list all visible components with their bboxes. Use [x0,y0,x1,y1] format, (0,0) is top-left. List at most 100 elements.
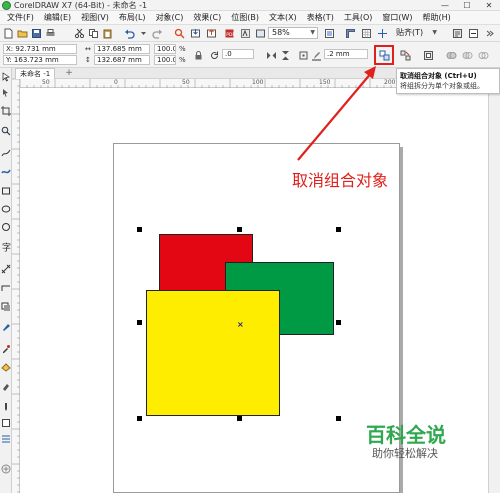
undo-icon[interactable] [124,28,135,39]
search-content-icon[interactable] [174,28,185,39]
menu-file[interactable]: 文件(F) [2,11,39,25]
fill-tool-icon[interactable] [1,418,11,428]
menu-table[interactable]: 表格(T) [302,11,339,25]
rectangle-tool-icon[interactable] [1,186,11,196]
height-field[interactable]: 132.687 mm [94,55,150,65]
ungroup-tooltip: 取消组合对象 (Ctrl+U) 将组拆分为单个对象或组。 [396,68,500,94]
intersect-icon[interactable] [478,50,489,61]
undo-dropdown-icon[interactable] [138,28,149,39]
menu-tools[interactable]: 工具(O) [339,11,378,25]
open-folder-icon[interactable] [17,28,28,39]
drop-shadow-icon[interactable] [1,302,11,312]
horizontal-ruler[interactable]: 50 0 50 100 150 200 [20,79,396,88]
text-tool-icon[interactable]: 字 [1,242,11,252]
toolbar-overflow-icon[interactable] [484,28,495,39]
interactive-fill-icon[interactable] [1,362,11,372]
app-launcher-icon[interactable] [240,28,251,39]
parallel-dimension-icon[interactable] [1,264,11,274]
polygon-tool-icon[interactable] [1,222,11,232]
redo-icon[interactable] [152,28,163,39]
snap-to-menu[interactable]: 贴齐(T) ▼ [392,27,440,39]
object-origin-icon[interactable] [298,50,309,61]
outline-width-select[interactable]: .2 mm [324,49,368,59]
lock-ratio-icon[interactable] [193,50,204,61]
zoom-level-select[interactable]: 58% ▼ [268,27,318,39]
pick-tool-icon[interactable] [1,72,11,82]
add-tool-icon[interactable] [1,464,11,474]
vertical-ruler[interactable] [12,79,20,493]
selection-handle-bottom-left[interactable] [137,416,142,421]
menu-object[interactable]: 对象(C) [151,11,189,25]
selection-handle-middle-right[interactable] [336,320,341,325]
crop-tool-icon[interactable] [1,106,11,116]
scale-x-field[interactable]: 100.0 [154,44,176,54]
mirror-horizontal-icon[interactable] [266,50,277,61]
selection-handle-top-right[interactable] [336,227,341,232]
show-guidelines-icon[interactable] [377,28,388,39]
minimize-button[interactable]: — [434,0,456,11]
scale-y-field[interactable]: 100.0 [154,55,176,65]
copy-icon[interactable] [88,28,99,39]
position-x-field[interactable]: X: 92.731 mm [3,44,77,54]
freehand-tool-icon[interactable] [1,148,11,158]
tooltip-description: 将组拆分为单个对象或组。 [400,82,484,90]
drawing-canvas[interactable]: × [20,88,403,493]
paste-icon[interactable] [102,28,113,39]
application-launcher-icon[interactable] [468,28,479,39]
zoom-tool-icon[interactable] [1,126,11,136]
weld-icon[interactable] [446,50,457,61]
ellipse-tool-icon[interactable] [1,204,11,214]
transparency-icon[interactable] [1,322,11,332]
import-icon[interactable] [190,28,201,39]
new-document-icon[interactable] [3,28,14,39]
selection-handle-bottom-center[interactable] [237,416,242,421]
menu-window[interactable]: 窗口(W) [377,11,417,25]
connector-tool-icon[interactable] [1,282,11,292]
menu-effects[interactable]: 效果(C) [188,11,226,25]
publish-pdf-icon[interactable]: PDF [224,28,235,39]
selection-handle-top-left[interactable] [137,227,142,232]
menu-layout[interactable]: 布局(L) [114,11,151,25]
ungroup-all-icon[interactable] [400,50,411,61]
export-icon[interactable] [206,28,217,39]
standard-toolbar: PDF 58% ▼ 贴齐(T) ▼ [0,25,500,42]
show-rulers-icon[interactable] [345,28,356,39]
menu-view[interactable]: 视图(V) [76,11,114,25]
trim-icon[interactable] [462,50,473,61]
menu-help[interactable]: 帮助(H) [418,11,456,25]
cut-icon[interactable] [74,28,85,39]
mirror-vertical-icon[interactable] [280,50,291,61]
add-document-icon[interactable]: + [64,68,74,78]
yellow-rectangle[interactable] [146,290,280,416]
eyedropper-icon[interactable] [1,344,11,354]
shape-tool-icon[interactable] [1,88,11,98]
width-field[interactable]: 137.685 mm [94,44,150,54]
smart-fill-icon[interactable] [1,382,11,392]
print-icon[interactable] [45,28,56,39]
window-title: CorelDRAW X7 (64-Bit) - 未命名 -1 [14,1,148,10]
close-button[interactable]: ✕ [478,0,500,11]
ungroup-button[interactable] [379,50,390,61]
combine-icon[interactable] [423,50,434,61]
options-icon[interactable] [452,28,463,39]
menu-text[interactable]: 文本(X) [264,11,302,25]
color-palette-icon[interactable] [1,434,11,444]
show-grid-icon[interactable] [361,28,372,39]
position-y-field[interactable]: Y: 163.723 mm [3,55,77,65]
artistic-media-icon[interactable] [1,166,11,176]
menu-edit[interactable]: 编辑(E) [39,11,76,25]
full-screen-preview-icon[interactable] [324,28,335,39]
save-icon[interactable] [31,28,42,39]
document-tab[interactable]: 未命名 -1 [15,68,56,79]
watermark-title: 百科全说 [366,423,446,447]
menu-bitmaps[interactable]: 位图(B) [226,11,264,25]
maximize-button[interactable]: ☐ [456,0,478,11]
outline-pen-tool-icon[interactable] [1,402,11,412]
selection-handle-top-center[interactable] [237,227,242,232]
welcome-screen-icon[interactable] [255,28,266,39]
selection-handle-bottom-right[interactable] [336,416,341,421]
rotation-angle-field[interactable]: .0 [222,49,254,59]
selection-center-marker[interactable]: × [237,321,244,329]
selection-handle-middle-left[interactable] [137,320,142,325]
svg-text:PDF: PDF [226,32,235,38]
